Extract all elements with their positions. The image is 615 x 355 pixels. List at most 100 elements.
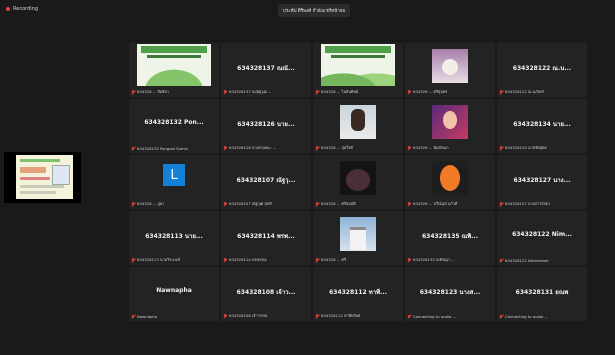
- participant-label: 634328 ... ศรี: [315, 257, 401, 263]
- participant-tile[interactable]: 634328 ... พิมพ์ชนก: [405, 99, 495, 153]
- participant-name-label: 634328122 Nimmanee: [505, 258, 549, 263]
- participant-label: 634328 ... สุดใจดี: [315, 145, 401, 151]
- participant-tile[interactable]: 634328113 นาย... 634328113 นายวีระพงษ์: [129, 211, 219, 265]
- participant-display-name: 634328132 Pon...: [144, 119, 204, 126]
- participant-name-label: 634328 ... ไพลินทิพย์: [321, 89, 359, 94]
- mic-muted-icon: [223, 314, 227, 318]
- participant-tile[interactable]: 634328122 Nim... 634328122 Nimmanee: [497, 211, 587, 265]
- participant-tile[interactable]: 634328127 นาง... 634328127 นางสาวกัลยา: [497, 155, 587, 209]
- participant-label: 634328122 ณ.นภัสสร: [499, 89, 585, 95]
- participant-photo: [432, 49, 468, 83]
- mic-muted-icon: [315, 90, 319, 94]
- participant-display-name: 634328135 ณพิ...: [421, 233, 479, 240]
- participant-label: Connecting to audio ...: [499, 314, 585, 319]
- participant-display-name: 634328123 นางส...: [419, 289, 481, 296]
- participant-tile[interactable]: 634328108 เจ้าว... 634328108 เจ้าวรรณ: [221, 267, 311, 321]
- participant-tile[interactable]: 634328132 Pon... 634328132 Pongsat Sumsi: [129, 99, 219, 153]
- participant-photo: [340, 217, 376, 251]
- participant-label: 634328 ... พิมพ์ชนก: [407, 145, 493, 151]
- participant-tile[interactable]: 634328 ... ปวีณ์นุช แก้วดี: [405, 155, 495, 209]
- meeting-top-bar: Recording ประทีป ศิริพงศ์ กำลังแชร์หน้าจ…: [0, 0, 615, 26]
- mic-muted-icon: [315, 202, 319, 206]
- mic-muted-icon: [407, 314, 411, 319]
- participant-tile[interactable]: 634328 ... ปิยธิดา: [129, 43, 219, 97]
- mic-muted-icon: [315, 258, 319, 262]
- participant-name-label: 634328 ... ศรี: [321, 257, 346, 262]
- participant-gallery: 634328 ... ปิยธิดา 634328137 ณณั... 634328…: [129, 43, 587, 321]
- participant-name-label: 634328127 นางสาวกัลยา: [505, 201, 551, 206]
- participant-tile[interactable]: 634328122 ณ.น... 634328122 ณ.นภัสสร: [497, 43, 587, 97]
- participant-display-name: 634328122 Nim...: [512, 231, 572, 238]
- record-dot-icon: [6, 7, 10, 11]
- participant-name-label: 634328134 นายชัยยุทธ: [505, 145, 547, 150]
- participant-display-name: 634328108 เจ้าว...: [236, 289, 296, 296]
- participant-photo: [340, 105, 376, 139]
- participant-label: 634328 ... ภูผา: [131, 201, 217, 207]
- participant-tile[interactable]: 634328 ... สุดใจดี: [313, 99, 403, 153]
- participant-tile[interactable]: 634328 ... ไพลินทิพย์: [313, 43, 403, 97]
- participant-name-label: 634328 ... สุดใจดี: [321, 145, 353, 150]
- participant-tile[interactable]: 634328134 นาย... 634328134 นายชัยยุทธ: [497, 99, 587, 153]
- participant-tile[interactable]: 634328126 นาย... 634328126 นายกฤษณะ ...: [221, 99, 311, 153]
- recording-indicator[interactable]: Recording: [6, 6, 38, 12]
- participant-tile[interactable]: 634328131 ยณพ Connecting to audio ...: [497, 267, 587, 321]
- participant-label: Nawnapha: [131, 314, 217, 319]
- participant-label: 634328132 Pongsat Sumsi: [131, 146, 217, 151]
- participant-tile[interactable]: 634328114 พรพ... 634328114 พรพรรณ: [221, 211, 311, 265]
- mic-muted-icon: [407, 202, 411, 206]
- participant-label: 634328126 นายกฤษณะ ...: [223, 145, 309, 151]
- participant-label: 634328 ... ปิยธิดา: [131, 89, 217, 95]
- avatar-initial: L: [163, 164, 185, 186]
- mic-muted-icon: [499, 146, 503, 150]
- participant-label: 634328113 นายวีระพงษ์: [131, 257, 217, 263]
- participant-label: 634328 ... ศรีสุนทร: [407, 89, 493, 95]
- mic-muted-icon: [223, 90, 227, 94]
- participant-label: 634328107 ณัฐวุฒิ สุขดี: [223, 201, 309, 207]
- participant-tile[interactable]: 634328123 นางส... Connecting to audio ...: [405, 267, 495, 321]
- participant-label: 634328108 เจ้าวรรณ: [223, 313, 309, 319]
- participant-display-name: 634328112 ทาพี...: [329, 289, 387, 296]
- mic-muted-icon: [407, 90, 411, 94]
- participant-tile[interactable]: 634328137 ณณั... 634328137 ณณัฐวุฒิ ...: [221, 43, 311, 97]
- participant-tile[interactable]: 634328107 ณัฐวุ... 634328107 ณัฐวุฒิ สุขด…: [221, 155, 311, 209]
- participant-tile[interactable]: 634328 ... ศรีสมบัติ: [313, 155, 403, 209]
- participant-photo: [340, 161, 376, 195]
- mic-muted-icon: [131, 314, 135, 319]
- participant-label: 634328137 ณณัฐวุฒิ ...: [223, 89, 309, 95]
- participant-tile[interactable]: 634328135 ณพิ... 634328135 ณพิชญา ...: [405, 211, 495, 265]
- participant-tile[interactable]: 634328112 ทาพี... 634328112 ทาพีทรัพย์: [313, 267, 403, 321]
- participant-label: 634328135 ณพิชญา ...: [407, 257, 493, 263]
- participant-tile[interactable]: Nawnapha Nawnapha: [129, 267, 219, 321]
- participant-photo: [432, 105, 468, 139]
- shared-document-preview: [16, 155, 73, 199]
- mic-muted-icon: [499, 314, 503, 319]
- mic-muted-icon: [499, 202, 503, 206]
- participant-label: 634328 ... ศรีสมบัติ: [315, 201, 401, 207]
- mic-muted-icon: [131, 258, 135, 262]
- participant-label: Connecting to audio ...: [407, 314, 493, 319]
- participant-tile[interactable]: L 634328 ... ภูผา: [129, 155, 219, 209]
- mic-muted-icon: [315, 314, 319, 318]
- participant-display-name: 634328126 นาย...: [237, 121, 295, 128]
- participant-display-name: Nawnapha: [156, 287, 192, 294]
- participant-name-label: 634328113 นายวีระพงษ์: [137, 257, 180, 262]
- participant-name-label: Connecting to audio ...: [413, 314, 457, 319]
- mic-muted-icon: [131, 146, 135, 151]
- participant-name-label: 634328114 พรพรรณ: [229, 257, 267, 262]
- mic-muted-icon: [223, 258, 227, 262]
- shared-screen-thumbnail[interactable]: [4, 152, 81, 203]
- participant-name-label: 634328132 Pongsat Sumsi: [137, 146, 188, 151]
- participant-label: 634328 ... ปวีณ์นุช แก้วดี: [407, 201, 493, 207]
- mic-muted-icon: [499, 90, 503, 94]
- participant-name-label: 634328 ... ศรีสมบัติ: [321, 201, 356, 206]
- participant-name-label: Connecting to audio ...: [505, 314, 549, 319]
- participant-label: 634328 ... ไพลินทิพย์: [315, 89, 401, 95]
- participant-name-label: 634328122 ณ.นภัสสร: [505, 89, 545, 94]
- participant-name-label: Nawnapha: [137, 314, 158, 319]
- screen-share-banner[interactable]: ประทีป ศิริพงศ์ กำลังแชร์หน้าจอ: [278, 4, 350, 17]
- participant-tile[interactable]: 634328 ... ศรี: [313, 211, 403, 265]
- participant-tile[interactable]: 634328 ... ศรีสุนทร: [405, 43, 495, 97]
- mic-muted-icon: [407, 146, 411, 150]
- screen-share-text: ประทีป ศิริพงศ์ กำลังแชร์หน้าจอ: [282, 9, 346, 14]
- mic-muted-icon: [131, 202, 135, 206]
